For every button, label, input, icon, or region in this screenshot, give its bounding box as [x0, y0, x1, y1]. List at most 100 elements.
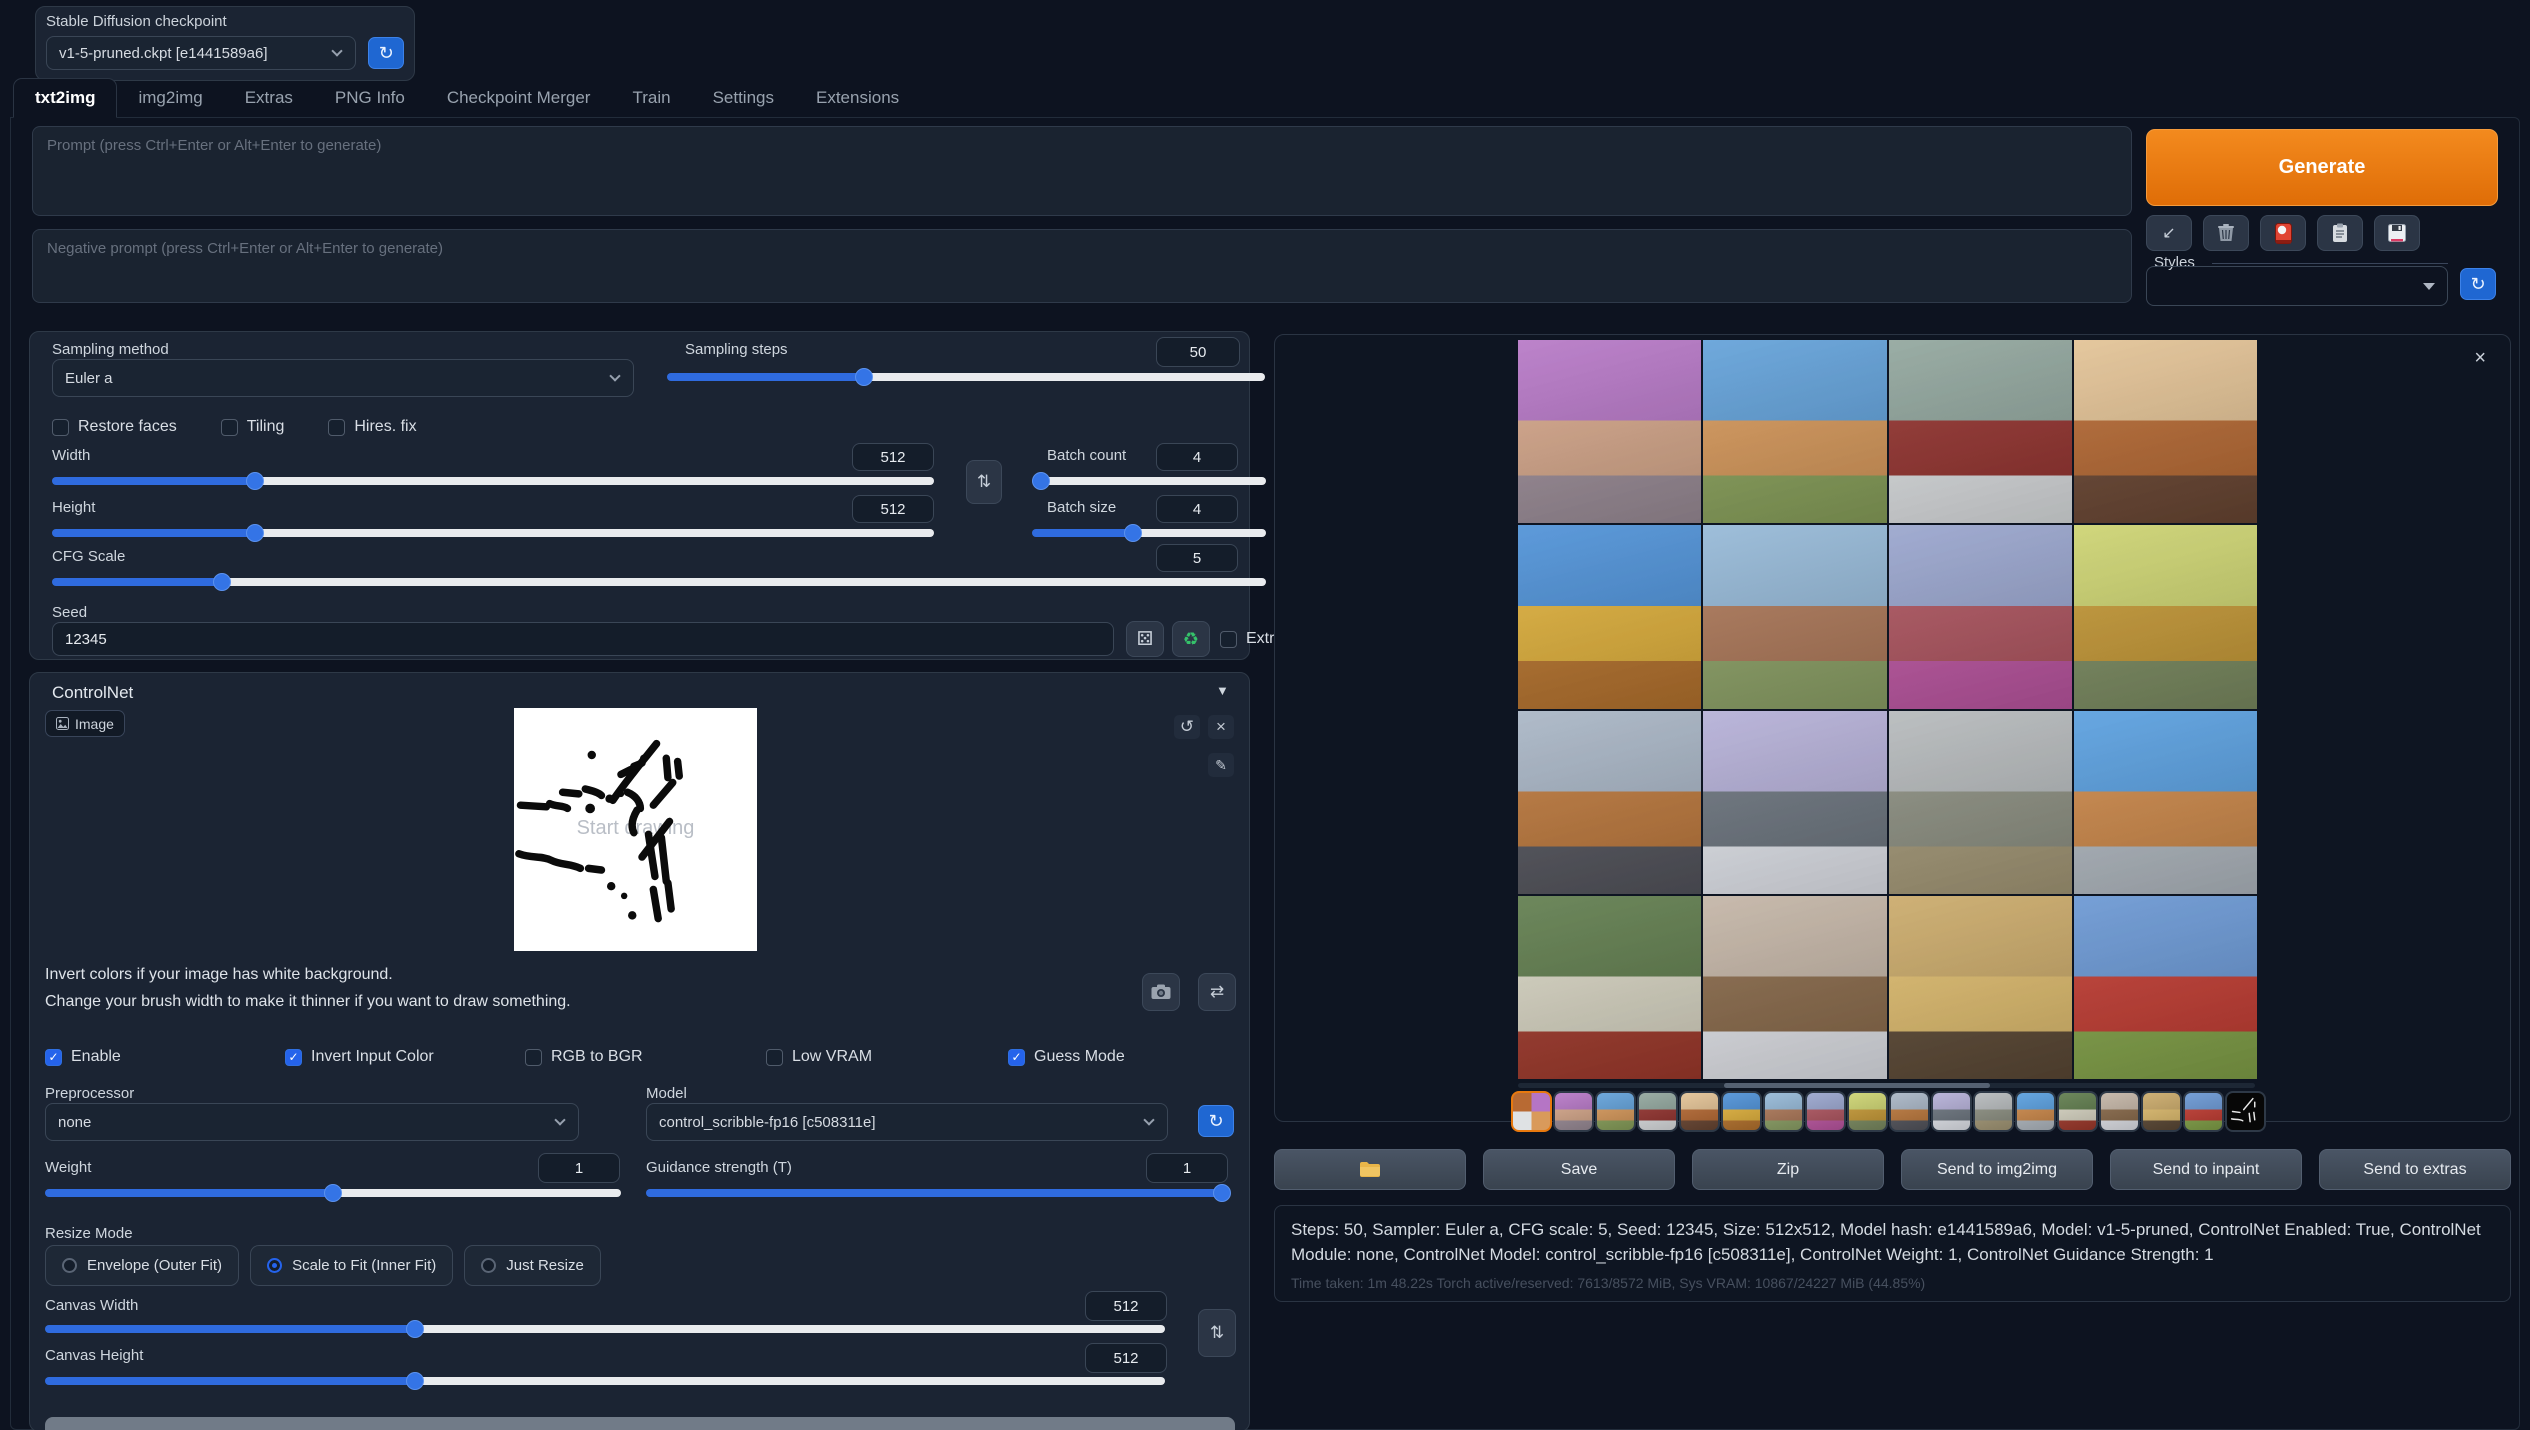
reuse-seed-button[interactable]: ♻	[1172, 621, 1210, 657]
tab-extensions[interactable]: Extensions	[795, 78, 920, 118]
thumbnail-image[interactable]	[2015, 1091, 2056, 1132]
collapse-arrow-icon[interactable]: ▼	[1216, 683, 1229, 698]
radio-envelope-outer-fit-[interactable]: Envelope (Outer Fit)	[45, 1245, 239, 1286]
thumbnail-image[interactable]	[1721, 1091, 1762, 1132]
send-to-img2img-button[interactable]: Send to img2img	[1901, 1149, 2093, 1190]
tab-settings[interactable]: Settings	[692, 78, 795, 118]
checkpoint-refresh-button[interactable]: ↻	[368, 37, 404, 69]
gallery-image[interactable]	[1518, 896, 1701, 1079]
canvas-width-slider[interactable]	[45, 1325, 1165, 1333]
model-refresh-button[interactable]: ↻	[1198, 1105, 1234, 1137]
batch-size-value[interactable]: 4	[1156, 495, 1238, 523]
thumbnail-image[interactable]	[2057, 1091, 2098, 1132]
tab-checkpoint-merger[interactable]: Checkpoint Merger	[426, 78, 612, 118]
swap-canvas-dimensions-button[interactable]: ⇅	[1198, 1309, 1236, 1357]
height-value[interactable]: 512	[852, 495, 934, 523]
width-slider[interactable]	[52, 477, 934, 485]
script-dropdown-bar[interactable]	[45, 1417, 1235, 1430]
gallery-image[interactable]	[1889, 711, 2072, 894]
radio-just-resize[interactable]: Just Resize	[464, 1245, 601, 1286]
batch-count-value[interactable]: 4	[1156, 443, 1238, 471]
tab-png-info[interactable]: PNG Info	[314, 78, 426, 118]
random-seed-button[interactable]: ⚄	[1126, 621, 1164, 657]
seed-input[interactable]	[52, 622, 1114, 656]
guidance-strength-slider[interactable]	[646, 1189, 1222, 1197]
canvas-width-value[interactable]: 512	[1085, 1291, 1167, 1321]
extra-networks-button[interactable]	[2260, 215, 2306, 251]
controlnet-drawing-canvas[interactable]: Start drawing	[514, 708, 757, 951]
thumbnail-image[interactable]	[1763, 1091, 1804, 1132]
gallery-image[interactable]	[1889, 525, 2072, 708]
thumbnail-image[interactable]	[1595, 1091, 1636, 1132]
sampling-steps-slider[interactable]	[667, 373, 1265, 381]
styles-dropdown[interactable]	[2146, 266, 2448, 306]
tab-train[interactable]: Train	[611, 78, 691, 118]
thumbnail-image[interactable]	[2099, 1091, 2140, 1132]
webcam-button[interactable]	[1142, 973, 1180, 1011]
checkbox-enable[interactable]: ✓Enable	[45, 1048, 121, 1066]
sampling-steps-value[interactable]: 50	[1156, 337, 1240, 367]
gallery-image[interactable]	[1889, 896, 2072, 1079]
prompt-input[interactable]	[33, 127, 2131, 215]
sampling-method-dropdown[interactable]: Euler a	[52, 359, 634, 397]
tab-txt2img[interactable]: txt2img	[13, 78, 117, 118]
thumbnail-image[interactable]	[2183, 1091, 2224, 1132]
tab-img2img[interactable]: img2img	[117, 78, 223, 118]
gallery-image[interactable]	[1703, 340, 1886, 523]
width-value[interactable]: 512	[852, 443, 934, 471]
gallery-image[interactable]	[2074, 711, 2257, 894]
tab-extras[interactable]: Extras	[224, 78, 314, 118]
save-style-button[interactable]	[2374, 215, 2420, 251]
canvas-height-value[interactable]: 512	[1085, 1343, 1167, 1373]
thumbnail-image[interactable]	[1679, 1091, 1720, 1132]
checkbox-invert-input-color[interactable]: ✓Invert Input Color	[285, 1048, 434, 1066]
guidance-strength-value[interactable]: 1	[1146, 1153, 1228, 1183]
thumbnail-image[interactable]	[2141, 1091, 2182, 1132]
image-tab-chip[interactable]: Image	[45, 710, 125, 737]
batch-size-slider[interactable]	[1032, 529, 1266, 537]
batch-count-slider[interactable]	[1032, 477, 1266, 485]
send-to-inpaint-button[interactable]: Send to inpaint	[2110, 1149, 2302, 1190]
thumbnail-scribble[interactable]	[2225, 1091, 2266, 1132]
gallery-image[interactable]	[2074, 525, 2257, 708]
gallery-image[interactable]	[1518, 711, 1701, 894]
cfg-scale-value[interactable]: 5	[1156, 544, 1238, 572]
checkpoint-dropdown[interactable]: v1-5-pruned.ckpt [e1441589a6]	[46, 36, 356, 70]
brush-button[interactable]: ✎	[1208, 753, 1234, 777]
gallery-image[interactable]	[1518, 525, 1701, 708]
checkbox-guess-mode[interactable]: ✓Guess Mode	[1008, 1048, 1125, 1066]
canvas-height-slider[interactable]	[45, 1377, 1165, 1385]
thumbnail-image[interactable]	[1553, 1091, 1594, 1132]
gallery-image[interactable]	[1703, 711, 1886, 894]
thumbnail-image[interactable]	[1847, 1091, 1888, 1132]
clear-image-button[interactable]: ×	[1208, 715, 1234, 739]
styles-refresh-button[interactable]: ↻	[2460, 268, 2496, 300]
apply-style-button[interactable]	[2317, 215, 2363, 251]
gallery-image[interactable]	[1518, 340, 1701, 523]
gallery-image[interactable]	[1703, 896, 1886, 1079]
open-folder-button[interactable]	[1274, 1149, 1466, 1190]
negative-prompt-input[interactable]	[33, 230, 2131, 302]
swap-dimensions-button[interactable]: ⇅	[966, 460, 1002, 504]
thumbnail-image[interactable]	[1805, 1091, 1846, 1132]
controlnet-model-dropdown[interactable]: control_scribble-fp16 [c508311e]	[646, 1103, 1168, 1141]
gallery-close-button[interactable]: ×	[2474, 347, 2486, 370]
checkbox-rgb-to-bgr[interactable]: RGB to BGR	[525, 1048, 643, 1066]
checkbox-hires-fix[interactable]: Hires. fix	[328, 418, 416, 436]
undo-drawing-button[interactable]: ↺	[1174, 715, 1200, 739]
thumbnail-grid[interactable]	[1511, 1091, 1552, 1132]
gallery-image[interactable]	[2074, 896, 2257, 1079]
checkbox-low-vram[interactable]: Low VRAM	[766, 1048, 872, 1066]
gallery-image[interactable]	[2074, 340, 2257, 523]
weight-value[interactable]: 1	[538, 1153, 620, 1183]
radio-scale-to-fit-inner-fit-[interactable]: Scale to Fit (Inner Fit)	[250, 1245, 453, 1286]
send-to-extras-button[interactable]: Send to extras	[2319, 1149, 2511, 1190]
thumbnail-image[interactable]	[1973, 1091, 2014, 1132]
cfg-scale-slider[interactable]	[52, 578, 1266, 586]
height-slider[interactable]	[52, 529, 934, 537]
generate-button[interactable]: Generate	[2146, 129, 2498, 206]
checkbox-tiling[interactable]: Tiling	[221, 418, 285, 436]
checkbox-restore-faces[interactable]: Restore faces	[52, 418, 177, 436]
weight-slider[interactable]	[45, 1189, 621, 1197]
thumbnail-image[interactable]	[1889, 1091, 1930, 1132]
